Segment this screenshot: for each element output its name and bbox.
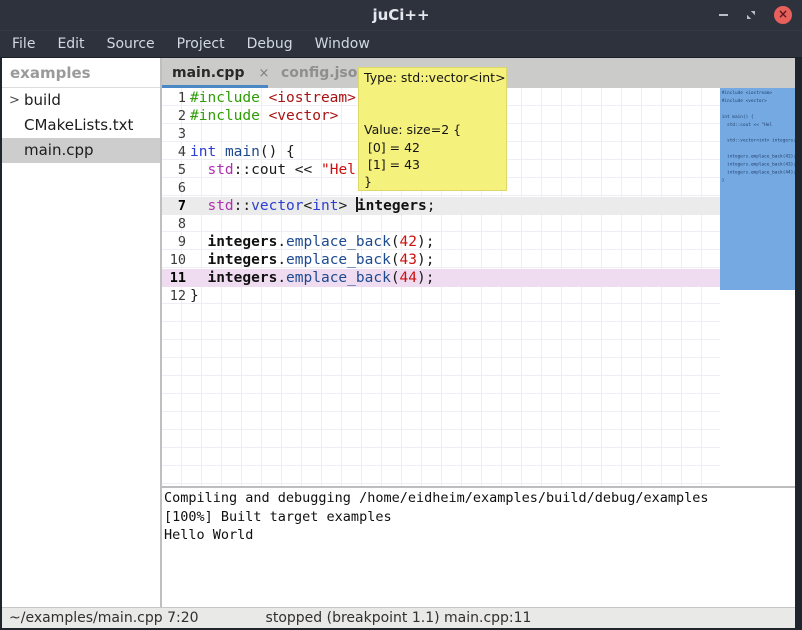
code-line-7[interactable]: 7 std::vector<int> integers; [162,197,720,215]
tree-item-cmakelists-txt[interactable]: CMakeLists.txt [2,113,160,138]
menu-item-project[interactable]: Project [166,31,236,58]
minimap-viewport-overlay[interactable]: #include <iostream> #include <vector> in… [720,88,795,290]
status-bar: ~/examples/main.cpp 7:20 stopped (breakp… [2,607,795,628]
tab-label: config.json [281,58,367,88]
code-text: #include <vector> [186,107,338,125]
code-text: integers.emplace_back(44); [186,269,434,287]
juci-window: { "window": { "title": "juCi++" }, "titl… [0,0,802,630]
code-text [186,125,190,143]
status-debug-state: stopped (breakpoint 1.1) main.cpp:11 [2,608,795,628]
tree-item-build[interactable]: >build [2,88,160,113]
line-number[interactable]: 12 [162,287,186,305]
tab-close-icon[interactable]: × [258,59,269,89]
tree-item-main-cpp[interactable]: main.cpp [2,138,160,163]
menu-item-file[interactable]: File [1,31,46,58]
code-line-10[interactable]: 10 integers.emplace_back(43); [162,251,720,269]
tab-config-json[interactable]: config.json [281,58,367,88]
line-number[interactable]: 11 [162,269,186,287]
menu-item-window[interactable]: Window [304,31,381,58]
menu-item-source[interactable]: Source [96,31,166,58]
code-line-12[interactable]: 12} [162,287,720,305]
line-number[interactable]: 1 [162,89,186,107]
menu-item-debug[interactable]: Debug [236,31,304,58]
line-number[interactable]: 2 [162,107,186,125]
output-console[interactable]: Compiling and debugging /home/eidheim/ex… [162,488,795,608]
chevron-right-icon[interactable]: > [9,88,20,113]
title-bar: juCi++ × [0,0,802,30]
tab-main-cpp[interactable]: main.cpp × [172,58,269,88]
close-icon[interactable]: × [774,6,792,24]
menu-bar: FileEditSourceProjectDebugWindow [0,30,802,58]
project-name-label: examples [2,58,160,87]
code-text: std::vector<int> integers; [186,197,436,215]
code-text [186,179,190,197]
window-title: juCi++ [0,0,802,30]
code-line-9[interactable]: 9 integers.emplace_back(42); [162,233,720,251]
debug-variable-tooltip: Type: std::vector<int> Value: size=2 { [… [358,67,507,191]
tree-item-label: CMakeLists.txt [24,116,133,134]
restore-icon[interactable] [746,10,756,20]
line-number[interactable]: 8 [162,215,186,233]
line-number[interactable]: 3 [162,125,186,143]
line-number[interactable]: 5 [162,161,186,179]
minimize-icon[interactable] [719,14,728,16]
menu-item-edit[interactable]: Edit [46,31,95,58]
file-tree-panel: examples >build CMakeLists.txt main.cpp [2,58,160,608]
code-text: } [186,287,199,305]
code-text: std::cout << "Hel [186,161,356,179]
file-tree: >build CMakeLists.txt main.cpp [2,88,160,163]
minimap-code-preview: #include <iostream> #include <vector> in… [720,88,795,184]
line-number[interactable]: 4 [162,143,186,161]
minimap[interactable]: #include <iostream> #include <vector> in… [720,88,795,486]
line-number[interactable]: 7 [162,197,186,215]
code-line-11[interactable]: 11 integers.emplace_back(44); [162,269,720,287]
tree-item-label: main.cpp [24,141,94,159]
line-number[interactable]: 9 [162,233,186,251]
tree-item-label: build [24,91,61,109]
code-text: #include <iostream> [186,89,356,107]
line-number[interactable]: 6 [162,179,186,197]
tab-label: main.cpp [172,58,244,88]
code-line-8[interactable]: 8 [162,215,720,233]
code-text: integers.emplace_back(43); [186,251,434,269]
line-number[interactable]: 10 [162,251,186,269]
window-controls: × [719,0,792,30]
code-text [186,215,190,233]
code-text: int main() { [186,143,295,161]
code-text: integers.emplace_back(42); [186,233,434,251]
